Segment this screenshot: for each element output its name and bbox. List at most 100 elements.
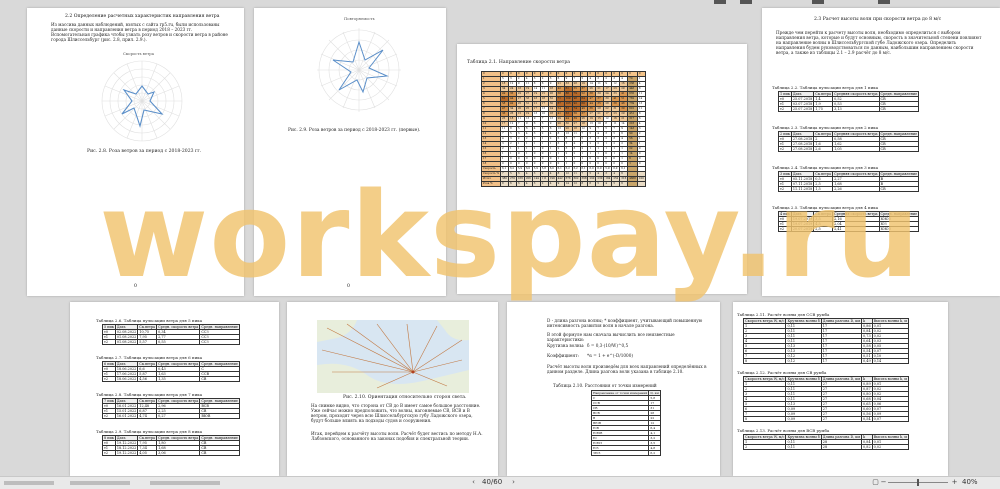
table-cell: Средн. направление [878,171,920,177]
table-row: т2 25.07.2018 1,75 3,13 СВ [778,106,920,112]
lake-orientation-map [317,320,469,393]
table-cell: 0,14 [871,358,909,364]
table-cell: 6 [587,181,597,187]
table-cell: 0,60 [861,406,873,412]
table-cell: 3 [531,181,541,187]
table-cell: 27.08.2018 [790,136,815,142]
table-cell: 12 [571,181,581,187]
table-cell: 8 [742,416,787,422]
zoom-in-button[interactable]: + [951,479,958,486]
table-cell: 0,86 [861,323,873,329]
table-cell: 1,05 [832,146,880,152]
table-cell: Ск.ветра [813,131,834,137]
table-cell: 18.12.2022 [114,445,139,451]
zoom-slider-handle[interactable] [917,479,919,486]
table-title: Таблица 2.4. Таблица пульсации ветра для… [772,165,879,170]
table-row: т2 20.07.2019 2,5 2,41 ЮЮЗ [778,226,920,232]
table-cell: т2 [778,186,792,192]
table-cell: Высота волны h, м [871,318,909,324]
table-cell: Крутизна волны δ [785,376,822,382]
page-indicator: 40/60 [482,478,503,486]
table-cell: 25.07.2018 [790,106,815,112]
table-cell: Направление от точки измерений [590,390,650,396]
section-heading: 2.2 Определение расчетных характеристик … [65,14,220,19]
table-cell: Средн. скорость ветра [156,435,201,441]
table-cell: 6 пик [102,361,116,367]
table-row: т2 11.11.2018 1,5 2,26 СВ [778,186,920,192]
table-cell: Средн. направление [878,211,920,217]
table-cell: 0,89 [861,381,873,387]
table-cell: Средн. направление [199,361,240,367]
table-cell: 02.08.2022 [114,329,139,335]
document-viewer[interactable]: 2.2 Определение расчетных характеристик … [0,0,1000,476]
data-table: 4 пик Дата Ск.ветра Средняя скорость ветра С… [778,211,920,232]
fit-page-icon[interactable]: ▢ [872,479,879,486]
table-cell: 0,27 [156,413,201,419]
formula-1-label: Крутизна волны: [547,343,585,348]
table-cell: 18.06.2022 [114,376,139,382]
data-table: 1 пик Дата Ск.ветра Средняя скорость ветра С… [778,91,920,112]
table-cell: Ск.ветра [137,324,158,330]
table-cell: 2,6 [813,146,834,152]
table-title: Таблица 2.12. Расчёт волны для СВ румба [737,370,827,375]
data-table: 5 пик Дата Ск.ветра Средн. скорость ветра Ср… [102,324,240,345]
table-header-row: Скорость ветра W, м/с Крутизна волны δ Дли… [742,376,909,382]
table-cell: Средн. скорость ветра [156,361,201,367]
table-cell: 2 пик [778,131,792,137]
table-cell: Ск.ветра [137,361,158,367]
table-header-row: 7 пик Дата Ск.ветра Средн. скорость ветра Ср… [102,398,240,404]
table-cell: 27.08.2018 [790,146,815,152]
table-cell: 4 [523,181,533,187]
section-text: D - длина разгона волны; * коэффициент, … [547,318,703,328]
table-header-row: 3 пик Дата Ск.ветра Средняя скорость ветра С… [778,171,920,177]
next-page-button[interactable]: › [510,479,517,486]
table-header-row: Скорость ветра W, м/с Крутизна волны δ Дли… [742,434,909,440]
table-title: Таблица 2.5. Таблица пульсации ветра для… [772,205,879,210]
table-cell: Ск.ветра [813,211,834,217]
previous-page-button[interactable]: ‹ [470,479,477,486]
fetch-distance-table: Направление от точки измерений D, км С 5,8 С… [590,390,661,456]
table-cell: 0,64 [861,338,873,344]
document-page-7: D - длина разгона волны; * коэффициент, … [507,302,720,476]
table-cell: 4 [603,181,613,187]
wind-direction-speed-table: 0 0 0 0 0 0 0 0 0 0 0 0 0 0 0 0 0 0 0 1 5 3 2 4 3 2 3 6 9 7 5 4 3 2 3 4 70 1 2… [481,71,646,187]
table-cell: 0,82 [861,444,873,450]
table-cell: 01.08.2022 [114,339,139,345]
table-cell: Средн. скорость ветра [156,324,201,330]
table-cell: 28 [820,444,863,450]
table-cell: 0,54 [861,348,873,354]
table-cell: 20.07.2019 [790,226,815,232]
page-footer-mark: 0 [134,284,137,289]
table-cell: Длина разгона D, км [820,318,863,324]
table-cell: 19.07.2019 [790,221,815,227]
table-cell: 2,26 [832,186,880,192]
table-cell: т2 [778,226,792,232]
table-cell: Скорость ветра W, м/с [742,376,787,382]
table-cell: 2,41 [832,226,880,232]
table-cell: СВ [199,376,240,382]
table-cell: 4 [547,181,557,187]
table-cell: 0,56 [861,411,873,417]
table-cell: 01.08.2022 [114,334,139,340]
table-cell: т2 [102,339,116,345]
table-cell: Средняя скорость ветра [832,171,880,177]
table-cell: 0,68 [861,396,873,402]
table-cell: 14 [563,181,573,187]
table-cell: 18.06.2022 [114,366,139,372]
table-cell: 25.07.2018 [790,96,815,102]
table-cell: Ск.ветра [813,171,834,177]
table-cell: 6 [507,181,517,187]
table-cell: Высота волны h, м [871,434,909,440]
table-cell: СВ [878,106,920,112]
table-cell: Ск.ветра [813,91,834,97]
table-cell: т2 [778,106,792,112]
table-cell: 0,51 [861,353,873,359]
table-row: т2 27.08.2018 2,6 1,05 СВ [778,146,920,152]
data-table: 2 пик Дата Ск.ветра Средняя скорость ветра С… [778,131,920,152]
table-title: Таблица 2.2. Таблица пульсации ветра для… [772,85,879,90]
table-cell: Скорость % [481,171,501,177]
table-cell: т2 [778,146,792,152]
table-row: т2 01.08.2022 5,57 0,55 ССЗ [102,339,240,345]
zoom-out-button[interactable]: − [880,479,887,486]
table-title: Таблица 2.11. Расчёт волны для ССВ румба [737,312,830,317]
